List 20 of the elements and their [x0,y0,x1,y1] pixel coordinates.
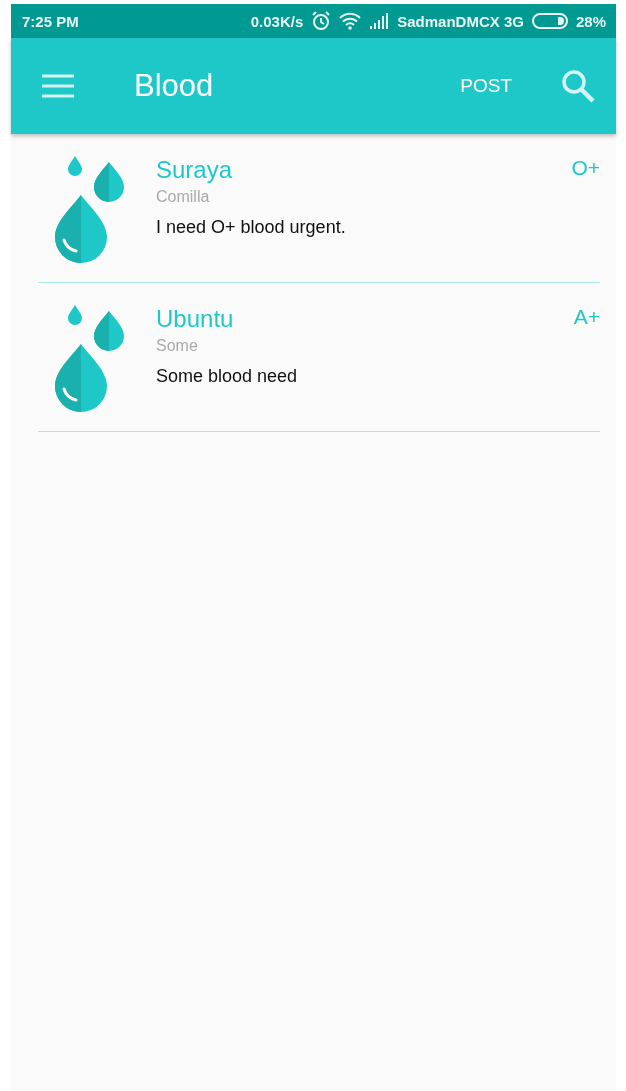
post-button[interactable]: POST [456,71,516,101]
menu-button[interactable] [41,74,75,98]
wifi-icon [339,12,362,30]
location-text: Some [156,337,199,355]
location-text: Comilla [156,188,211,206]
battery-percent: 28% [575,12,606,30]
app-title: Blood [134,68,215,104]
blood-group: O+ [571,156,600,184]
request-message: Some blood need [156,366,299,387]
status-time: 7:25 PM [22,12,79,30]
donor-name: Ubuntu [156,305,234,333]
carrier-name: SadmanDMCX 3G [397,12,524,30]
signal-icon [369,13,390,29]
blood-group: A+ [573,305,600,333]
search-button[interactable] [560,68,596,104]
network-speed: 0.03K/s [250,12,304,30]
battery-icon [531,12,568,30]
alarm-clock-icon [311,11,332,31]
request-message: I need O+ blood urgent. [156,217,347,238]
donor-name: Suraya [156,156,233,184]
